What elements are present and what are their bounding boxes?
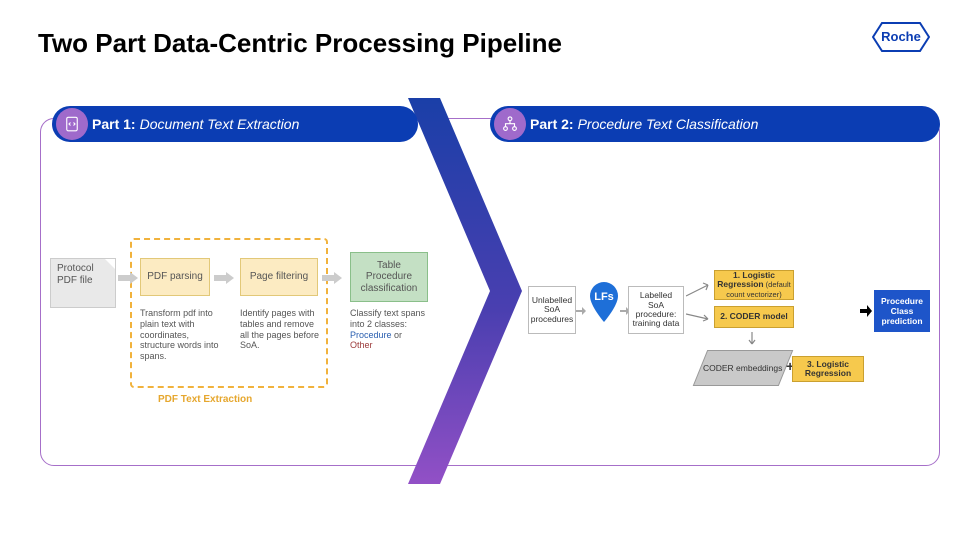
part2-header: Part 2: Procedure Text Classification — [490, 106, 940, 142]
svg-text:Roche: Roche — [881, 29, 921, 44]
roche-logo: Roche — [872, 22, 930, 52]
svg-text:LFs: LFs — [594, 291, 614, 303]
chevron-divider-icon — [402, 96, 528, 486]
page-filtering-box: Page filtering — [240, 258, 318, 296]
arrow-icon — [686, 282, 714, 298]
protocol-pdf-box: Protocol PDF file — [50, 258, 116, 308]
pdf-parsing-box: PDF parsing — [140, 258, 210, 296]
output-box: Procedure Class prediction — [874, 290, 930, 332]
arrow-icon — [214, 272, 234, 284]
coder-embeddings-box: CODER embeddings — [693, 350, 794, 386]
part2-diagram: Unlabelled SoA procedures LFs Labelled S… — [528, 270, 938, 410]
part1-header: Part 1: Document Text Extraction — [52, 106, 418, 142]
logistic-regression-2-box: 3. Logistic Regression — [792, 356, 864, 382]
arrow-icon — [118, 272, 138, 284]
hierarchy-icon — [494, 108, 526, 140]
page-filtering-desc: Identify pages with tables and remove al… — [240, 308, 320, 351]
output-arrow-icon — [860, 304, 872, 318]
part2-label-italic: Procedure Text Classification — [578, 116, 759, 132]
slide-title: Two Part Data-Centric Processing Pipelin… — [38, 28, 562, 59]
part1-diagram: Protocol PDF file PDF parsing Page filte… — [50, 248, 450, 428]
pdf-extraction-label: PDF Text Extraction — [158, 394, 252, 405]
unlabelled-box: Unlabelled SoA procedures — [528, 286, 576, 334]
labelled-box: Labelled SoA procedure: training data — [628, 286, 684, 334]
part2-label-bold: Part 2: — [530, 116, 574, 132]
part1-label-bold: Part 1: — [92, 116, 136, 132]
part1-label-italic: Document Text Extraction — [140, 116, 300, 132]
lfs-pin-icon: LFs — [586, 280, 622, 324]
arrow-icon — [576, 306, 586, 316]
arrow-icon — [748, 332, 762, 350]
coder-model-box: 2. CODER model — [714, 306, 794, 328]
logistic-regression-1-box: 1. Logistic Regression (default count ve… — [714, 270, 794, 300]
arrow-icon — [686, 312, 714, 326]
arrow-icon — [322, 272, 342, 284]
document-code-icon — [56, 108, 88, 140]
pdf-parsing-desc: Transform pdf into plain text with coord… — [140, 308, 220, 362]
